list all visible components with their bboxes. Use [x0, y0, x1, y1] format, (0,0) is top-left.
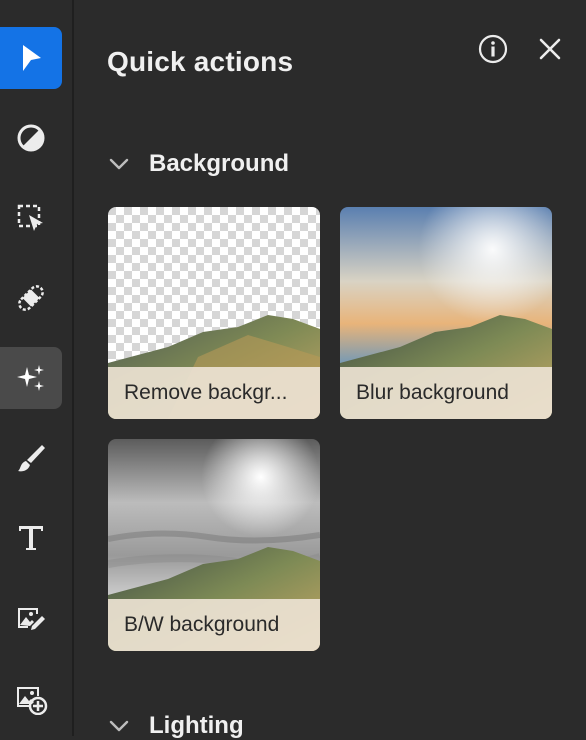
blur-background-card[interactable]: Blur background: [340, 207, 552, 419]
marquee-select-icon: [17, 204, 43, 231]
edit-image-tool-button[interactable]: [0, 587, 62, 649]
remove-background-card[interactable]: Remove backgr...: [108, 207, 320, 419]
quick-actions-panel: Quick actions Background Remove backgr..…: [74, 0, 586, 739]
text-t-icon: [19, 526, 43, 550]
selection-tool-button[interactable]: [0, 187, 62, 249]
adjust-tool-button[interactable]: [0, 107, 62, 169]
brush-icon: [18, 445, 45, 472]
brush-tool-button[interactable]: [0, 427, 62, 489]
chevron-down-icon: [109, 158, 129, 170]
arrow-pointer-icon: [23, 45, 41, 71]
info-icon: [478, 34, 508, 64]
image-edit-icon: [18, 608, 45, 630]
add-image-tool-button[interactable]: [0, 667, 62, 729]
chevron-down-icon: [109, 720, 129, 732]
bw-background-card[interactable]: B/W background: [108, 439, 320, 651]
info-button[interactable]: [478, 34, 508, 64]
section-background-header[interactable]: Background: [107, 150, 289, 178]
card-label: B/W background: [108, 599, 320, 651]
half-circle-icon: [17, 124, 45, 152]
close-button[interactable]: [535, 34, 565, 64]
card-label: Blur background: [340, 367, 552, 419]
card-label: Remove backgr...: [108, 367, 320, 419]
tool-bar: [0, 0, 74, 736]
text-tool-button[interactable]: [0, 507, 62, 569]
quick-actions-tool-button[interactable]: [0, 347, 62, 409]
section-label: Background: [149, 150, 290, 177]
image-add-icon: [17, 687, 48, 715]
close-icon: [539, 38, 561, 60]
sparkles-icon: [17, 365, 44, 391]
heal-tool-button[interactable]: [0, 267, 62, 329]
bandage-icon: [18, 285, 44, 311]
select-tool-button[interactable]: [0, 27, 62, 89]
panel-title: Quick actions: [107, 46, 294, 77]
